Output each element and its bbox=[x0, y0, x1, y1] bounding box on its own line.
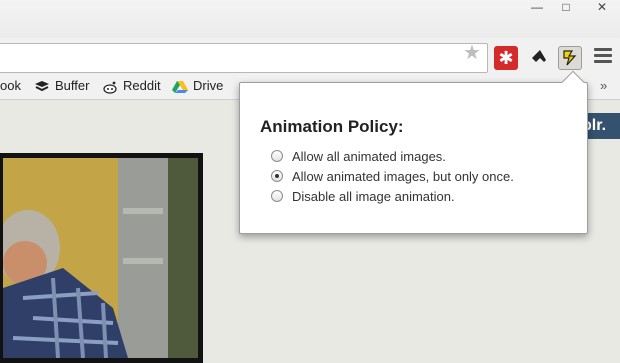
animation-policy-popup: Animation Policy: Allow all animated ima… bbox=[239, 70, 588, 234]
popup-title: Animation Policy: bbox=[260, 117, 404, 136]
reddit-icon bbox=[103, 81, 117, 94]
bookmark-drive[interactable]: Drive bbox=[172, 78, 223, 94]
buffer-icon bbox=[35, 80, 49, 91]
option-allow-all[interactable]: Allow all animated images. bbox=[271, 149, 446, 164]
bookmark-reddit[interactable]: Reddit bbox=[102, 78, 161, 94]
bookmark-label: ook bbox=[0, 78, 21, 93]
menu-bar-1 bbox=[594, 48, 612, 51]
feedly-icon[interactable] bbox=[526, 46, 550, 70]
radio-disable[interactable] bbox=[271, 190, 283, 202]
menu-bar-2 bbox=[594, 54, 612, 57]
option-allow-once[interactable]: Allow animated images, but only once. bbox=[271, 169, 514, 184]
address-bar[interactable] bbox=[0, 43, 488, 73]
radio-allow-all[interactable] bbox=[271, 150, 283, 162]
lastpass-icon[interactable]: ✱ bbox=[494, 46, 518, 70]
option-label: Disable all image animation. bbox=[292, 189, 455, 204]
animation-policy-icon[interactable] bbox=[558, 46, 582, 70]
bookmark-label: Buffer bbox=[55, 78, 90, 93]
animated-image bbox=[0, 153, 203, 363]
option-label: Allow all animated images. bbox=[292, 149, 446, 164]
bookmark-label: Reddit bbox=[123, 78, 161, 93]
menu-bar-3 bbox=[594, 60, 612, 63]
close-button[interactable]: ✕ bbox=[584, 0, 620, 16]
option-label: Allow animated images, but only once. bbox=[292, 169, 514, 184]
bookmark-facebook[interactable]: ook bbox=[0, 78, 21, 93]
bookmark-label: Drive bbox=[193, 78, 224, 93]
bookmark-buffer[interactable]: Buffer bbox=[34, 78, 89, 94]
maximize-button[interactable]: □ bbox=[553, 0, 579, 16]
star-icon[interactable]: ★ bbox=[463, 40, 481, 65]
window-titlebar: — □ ✕ bbox=[0, 0, 620, 38]
option-disable[interactable]: Disable all image animation. bbox=[271, 189, 455, 204]
bookmarks-overflow[interactable]: » bbox=[600, 78, 607, 93]
browser-toolbar: ★ ✱ bbox=[0, 38, 620, 78]
drive-icon bbox=[172, 80, 188, 93]
menu-icon[interactable] bbox=[594, 48, 612, 66]
photo-scene bbox=[3, 158, 198, 358]
radio-allow-once[interactable] bbox=[271, 170, 283, 182]
lightning-icon bbox=[563, 50, 577, 66]
minimize-button[interactable]: — bbox=[524, 0, 550, 16]
feedly-icon-graphic bbox=[532, 50, 546, 62]
